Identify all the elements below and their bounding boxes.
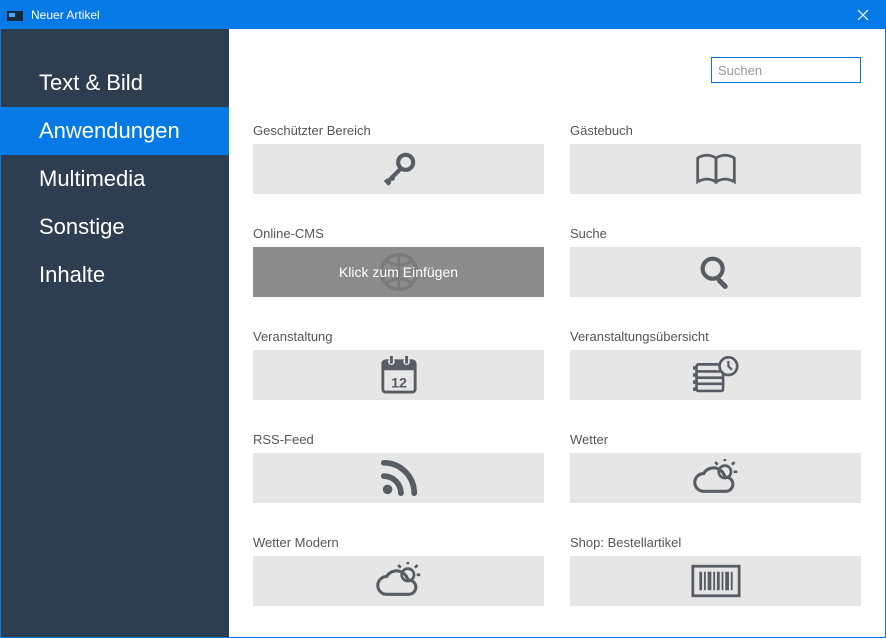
tile-hover-text: Klick zum Einfügen (339, 264, 458, 280)
nav-label: Anwendungen (39, 118, 180, 144)
titlebar: Neuer Artikel (1, 1, 885, 29)
nav-sonstige[interactable]: Sonstige (1, 203, 229, 251)
sidebar: Text & Bild Anwendungen Multimedia Sonst… (1, 29, 229, 637)
rss-icon (380, 459, 418, 497)
tile-search[interactable] (570, 247, 861, 297)
tile-weather[interactable] (570, 453, 861, 503)
tile-label: Suche (570, 226, 861, 241)
nav-label: Multimedia (39, 166, 145, 192)
search-icon (696, 252, 736, 292)
body: Text & Bild Anwendungen Multimedia Sonst… (1, 29, 885, 637)
tile-grid: Geschützter Bereich Gästebuch (253, 123, 861, 606)
nav-multimedia[interactable]: Multimedia (1, 155, 229, 203)
tile-event[interactable]: 12 (253, 350, 544, 400)
window-title: Neuer Artikel (31, 8, 841, 22)
weather-icon (693, 459, 739, 497)
nav-inhalte[interactable]: Inhalte (1, 251, 229, 299)
tile-label: Veranstaltungsübersicht (570, 329, 861, 344)
nav-label: Text & Bild (39, 70, 143, 96)
nav-text-bild[interactable]: Text & Bild (1, 59, 229, 107)
barcode-icon (691, 564, 741, 598)
search-input[interactable] (711, 57, 861, 83)
tile-label: Veranstaltung (253, 329, 544, 344)
tile-protected-area[interactable] (253, 144, 544, 194)
tile-label: Wetter Modern (253, 535, 544, 550)
nav-label: Sonstige (39, 214, 125, 240)
tile-online-cms[interactable]: Klick zum Einfügen (253, 247, 544, 297)
calendar-icon: 12 (380, 355, 418, 395)
book-icon (694, 151, 738, 187)
schedule-icon (693, 355, 739, 395)
nav-label: Inhalte (39, 262, 105, 288)
tile-label: Shop: Bestellartikel (570, 535, 861, 550)
tile-label: Wetter (570, 432, 861, 447)
main-panel[interactable]: Geschützter Bereich Gästebuch (229, 29, 885, 637)
svg-text:12: 12 (391, 375, 407, 391)
tile-rss[interactable] (253, 453, 544, 503)
tile-weather-modern[interactable] (253, 556, 544, 606)
tile-shop-order[interactable] (570, 556, 861, 606)
weather-icon (376, 562, 422, 600)
close-button[interactable] (841, 1, 885, 29)
tile-label: RSS-Feed (253, 432, 544, 447)
tile-label: Gästebuch (570, 123, 861, 138)
key-icon (379, 149, 419, 189)
app-icon (5, 5, 25, 25)
tile-event-overview[interactable] (570, 350, 861, 400)
nav-anwendungen[interactable]: Anwendungen (1, 107, 229, 155)
close-icon (857, 9, 869, 21)
tile-guestbook[interactable] (570, 144, 861, 194)
tile-label: Online-CMS (253, 226, 544, 241)
tile-label: Geschützter Bereich (253, 123, 544, 138)
app-window: Neuer Artikel Text & Bild Anwendungen Mu… (0, 0, 886, 638)
